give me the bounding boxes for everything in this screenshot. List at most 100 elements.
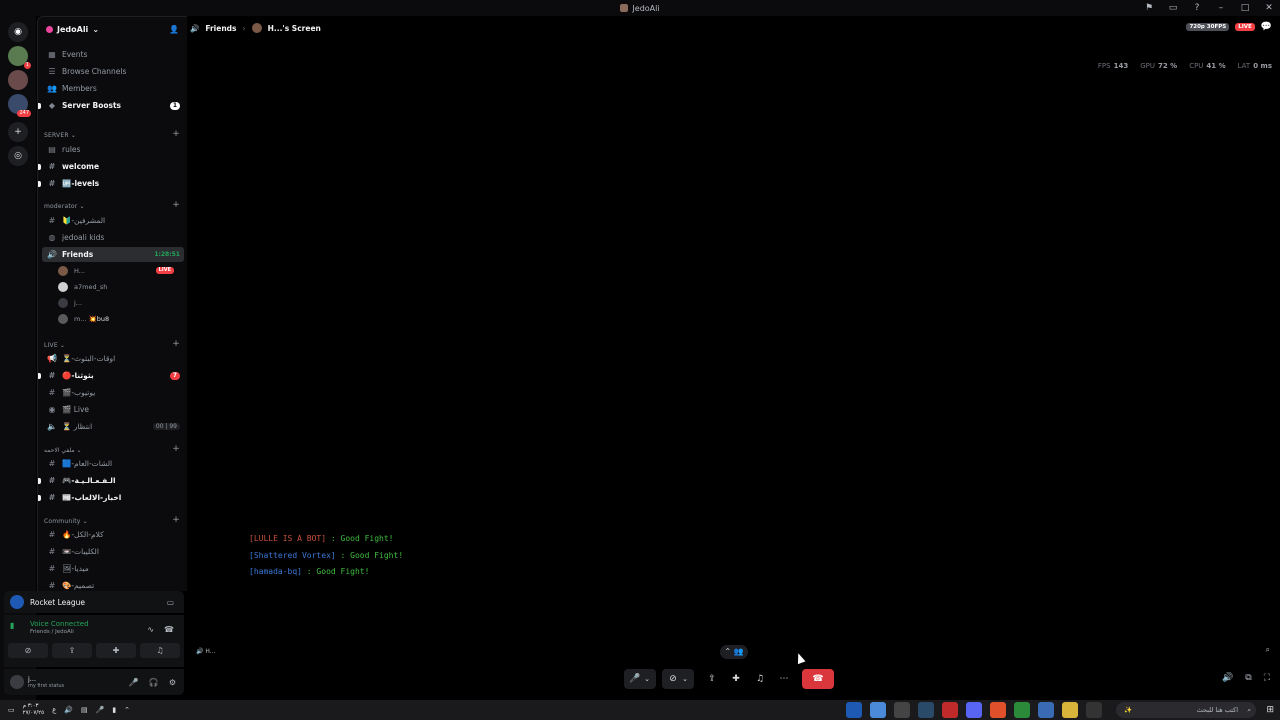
activities-icon[interactable]: ✚	[724, 669, 748, 689]
channel-c3[interactable]: # 📰-اخبار-الالعاب	[38, 490, 184, 505]
notification-icon[interactable]: ▭	[8, 706, 15, 714]
help-icon[interactable]: ?	[1192, 2, 1202, 14]
file-explorer-icon[interactable]	[1062, 702, 1078, 718]
app-icon[interactable]	[846, 702, 862, 718]
add-server-icon[interactable]: +	[8, 122, 28, 142]
headphones-icon[interactable]: 🎧	[149, 678, 159, 687]
discover-icon[interactable]: ◎	[8, 146, 28, 166]
channel-c7[interactable]: # 🎨-تصميم	[42, 578, 184, 591]
category-moderator[interactable]: moderator ⌄ +	[44, 200, 184, 210]
activity-panel[interactable]: Rocket League ▭	[4, 591, 184, 613]
calculator-icon[interactable]	[894, 702, 910, 718]
zoom-icon[interactable]: ⌕	[1266, 645, 1270, 655]
add-channel-icon[interactable]: +	[172, 515, 180, 525]
tray-chevron-icon[interactable]: ⌃	[124, 706, 130, 714]
flag-icon[interactable]: ⚑	[1144, 2, 1154, 14]
nav-events[interactable]: ▦ Events	[42, 47, 184, 62]
camera-off-icon[interactable]: ⊘	[666, 669, 680, 689]
app-icon[interactable]	[942, 702, 958, 718]
task-view-icon[interactable]	[1086, 702, 1102, 718]
add-member-icon[interactable]: 👤	[169, 25, 179, 34]
avatar[interactable]	[10, 675, 24, 689]
channel-wait[interactable]: 🔈 ⏳ انتظار 00 | 99	[42, 419, 184, 434]
inbox-icon[interactable]: ▭	[1168, 2, 1178, 14]
nav-browse-channels[interactable]: ☰ Browse Channels	[42, 64, 184, 79]
share-screen-icon[interactable]: ⇪	[700, 669, 724, 689]
popout-icon[interactable]: ⧉	[1245, 673, 1251, 683]
channel-welcome[interactable]: # welcome	[38, 159, 184, 174]
nvidia-icon[interactable]	[1014, 702, 1030, 718]
channel-c5[interactable]: # 📼-الكليبات	[42, 544, 184, 559]
chat-icon[interactable]: 💬	[1261, 22, 1272, 32]
brave-icon[interactable]	[990, 702, 1006, 718]
battery-icon[interactable]: ▮	[112, 706, 116, 714]
add-channel-icon[interactable]: +	[172, 200, 180, 210]
chevron-down-icon[interactable]: ⌄	[642, 669, 652, 689]
soundboard-icon[interactable]: ♫	[748, 669, 772, 689]
disconnect-icon[interactable]: ☎	[164, 625, 174, 634]
end-call-button[interactable]: ☎	[802, 669, 834, 689]
channel-mods[interactable]: # 🔰-المشرفين	[42, 213, 184, 228]
category-live[interactable]: LIVE ⌄ +	[44, 339, 184, 349]
channel-c4[interactable]: # 🔥-كلام-الكل	[42, 527, 184, 542]
server-header[interactable]: JedoAli ⌄ 👤	[38, 17, 187, 41]
volume-icon[interactable]: 🔊	[1222, 673, 1233, 683]
voice-user[interactable]: H... LIVE	[58, 264, 182, 277]
category-4[interactable]: ملفي الاحمه ⌄ +	[44, 444, 184, 454]
voice-user[interactable]: a7med_sh	[58, 280, 182, 293]
language-icon[interactable]: ع	[52, 706, 56, 714]
share-screen-button[interactable]: ⇪	[52, 643, 92, 658]
category-community[interactable]: Community ⌄ +	[44, 515, 184, 525]
camera-off-button[interactable]: ⊘	[8, 643, 48, 658]
server-icon-2[interactable]	[8, 70, 28, 90]
more-icon[interactable]: ⋯	[772, 669, 796, 689]
nav-server-boosts[interactable]: ◆ Server Boosts 1	[38, 98, 184, 113]
soundboard-button[interactable]: ♫	[140, 643, 180, 658]
channel-rules[interactable]: ▤ rules	[42, 142, 184, 157]
store-icon[interactable]	[1038, 702, 1054, 718]
discord-home-icon[interactable]: ◉	[8, 22, 28, 42]
channel-live3[interactable]: ◉ 🎬 Live	[42, 402, 184, 417]
header-channel[interactable]: Friends	[205, 24, 236, 33]
settings-gear-icon[interactable]: ⚙	[169, 678, 176, 687]
discord-icon[interactable]	[966, 702, 982, 718]
category-server[interactable]: SERVER ⌄ +	[44, 129, 184, 139]
channel-c6[interactable]: # 🖼-ميديا	[42, 561, 184, 576]
channel-times[interactable]: 📢 ⏳-اوقات-البثوث	[42, 351, 184, 366]
minimize-icon[interactable]: –	[1216, 2, 1226, 14]
start-icon[interactable]: ⊞	[1266, 705, 1274, 715]
voice-user[interactable]: m... 💥bu8	[58, 312, 182, 325]
microphone-icon[interactable]: 🎤	[628, 669, 642, 689]
nav-members[interactable]: 👥 Members	[42, 81, 184, 96]
fullscreen-icon[interactable]: ⛶	[1264, 673, 1270, 683]
network-icon[interactable]: ▤	[81, 706, 88, 714]
user-panel[interactable]: j... my first status 🎤 🎧 ⚙	[4, 669, 184, 695]
channel-c2[interactable]: # 🎮-الـفـعـالـيـة	[38, 473, 184, 488]
voice-user[interactable]: j...	[58, 296, 182, 309]
channel-kids[interactable]: ◍ jedoali kids	[42, 230, 184, 245]
volume-icon[interactable]: 🔊	[64, 706, 73, 714]
server-icon-1[interactable]: 1	[8, 46, 31, 69]
noise-suppression-icon[interactable]: ∿	[147, 625, 154, 634]
add-channel-icon[interactable]: +	[172, 129, 180, 139]
add-channel-icon[interactable]: +	[172, 339, 180, 349]
mic-tray-icon[interactable]: 🎤	[96, 706, 105, 714]
activities-button[interactable]: ✚	[96, 643, 136, 658]
close-icon[interactable]: ✕	[1264, 2, 1274, 14]
chrome-icon[interactable]	[870, 702, 886, 718]
microphone-icon[interactable]: 🎤	[129, 678, 139, 687]
channel-friends[interactable]: 🔊 Friends 1:28:51	[42, 247, 184, 262]
server-icon-3[interactable]: 247	[8, 94, 31, 117]
chevron-down-icon[interactable]: ⌄	[680, 669, 690, 689]
add-channel-icon[interactable]: +	[172, 444, 180, 454]
channel-c1[interactable]: # 🟦-الشات-العام	[42, 456, 184, 471]
screen-share-icon[interactable]: ▭	[167, 598, 174, 607]
maximize-icon[interactable]: □	[1240, 2, 1250, 14]
expand-participants-button[interactable]: ⌃ 👥	[720, 645, 748, 659]
signal-icon[interactable]: ▮	[10, 621, 14, 630]
channel-live2[interactable]: # 🎬-يوتيوب	[42, 385, 184, 400]
taskbar-search[interactable]: اكتب هنا للبحث ✨ ⌕	[1116, 702, 1256, 718]
channel-live1[interactable]: # 🔴-بثوثنا 7	[38, 368, 184, 383]
steam-icon[interactable]	[918, 702, 934, 718]
channel-levels[interactable]: # 🆙-levels	[38, 176, 184, 191]
